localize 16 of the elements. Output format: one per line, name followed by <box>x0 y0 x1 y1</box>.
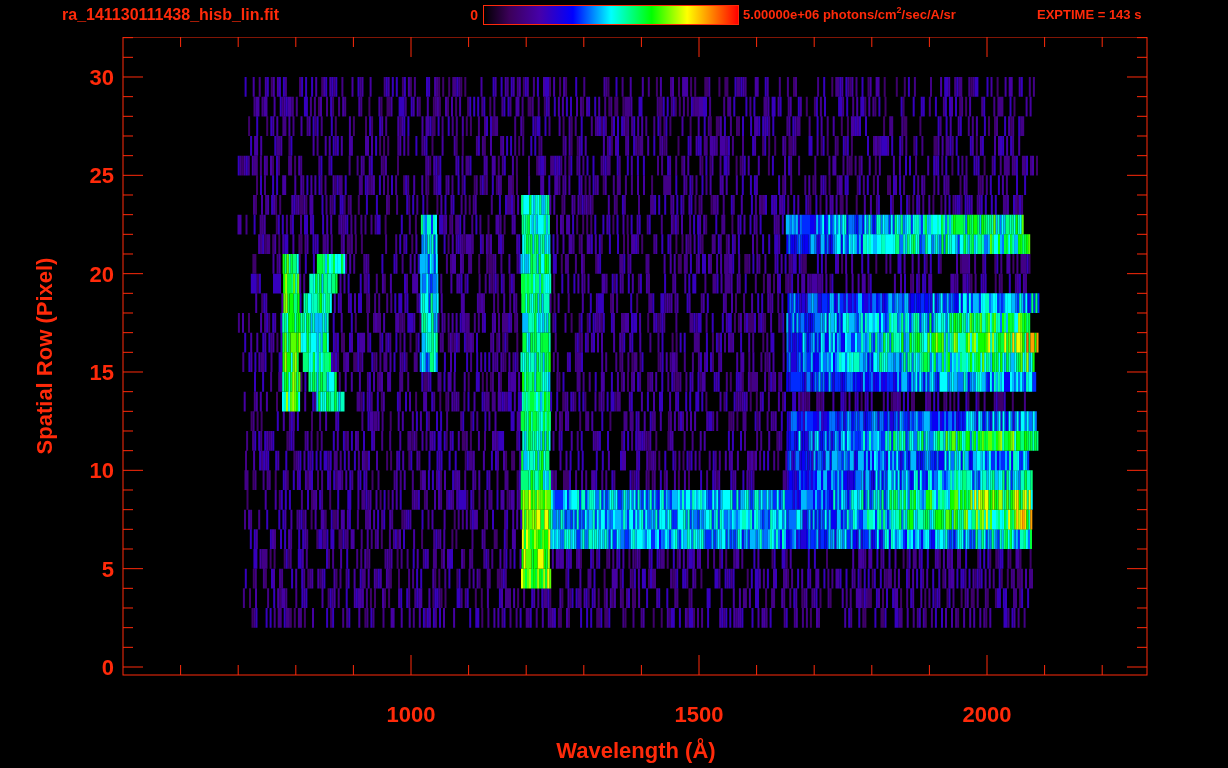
y-tick-label: 15 <box>89 360 114 385</box>
exposure-time-label: EXPTIME = 143 s <box>1037 6 1142 24</box>
y-tick-label: 0 <box>101 655 114 680</box>
x-axis-title: Wavelength (Å) <box>556 738 716 763</box>
colorbar-min-label: 0 <box>470 6 478 25</box>
x-tick-label: 1000 <box>386 702 436 727</box>
y-tick-label: 25 <box>89 163 114 189</box>
y-tick-label: 30 <box>89 65 114 90</box>
y-tick-label: 5 <box>101 556 114 582</box>
plot-title: ra_141130111438_hisb_lin.fit <box>62 5 281 25</box>
y-tick-label: 20 <box>89 261 114 287</box>
y-axis-title: Spatial Row (Pixel) <box>32 257 57 455</box>
x-tick-label: 2000 <box>962 702 1012 727</box>
colorbar-max-label: 5.00000e+06 photons/cm$^{2}$/sec/A/sr <box>743 5 957 24</box>
y-tick-label: 10 <box>89 458 114 484</box>
x-tick-label: 1500 <box>674 702 724 727</box>
